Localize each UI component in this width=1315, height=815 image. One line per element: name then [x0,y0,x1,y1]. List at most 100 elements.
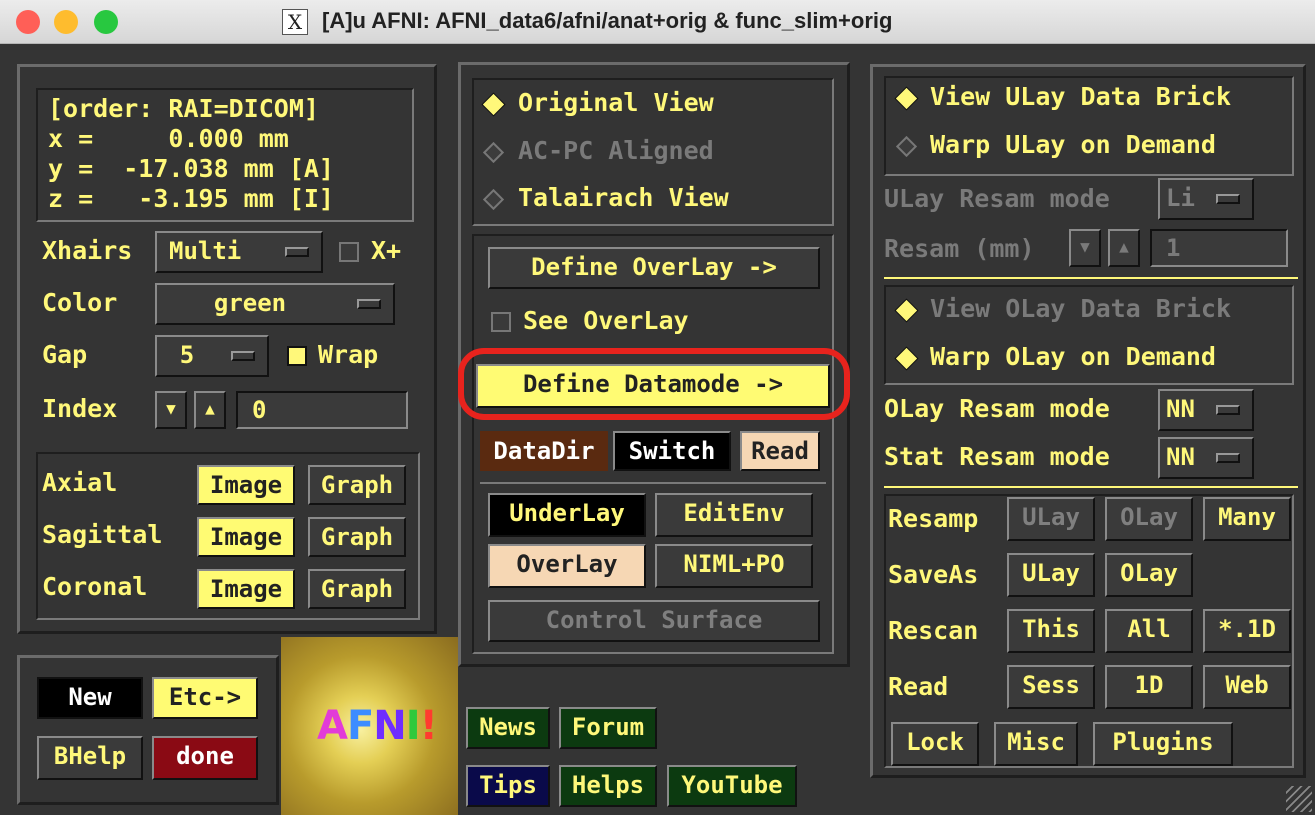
read-label: Read [888,672,949,701]
acpc-aligned-label: AC-PC Aligned [518,136,714,165]
resam-mm-field[interactable]: 1 [1150,229,1288,267]
divider [480,482,826,484]
afni-logo-text: AFNI! [317,703,438,749]
warp-olay-label: Warp OLay on Demand [930,342,1216,371]
olay-resam-menu[interactable]: NN [1158,389,1254,431]
done-button[interactable]: done [152,736,258,780]
rescan-1d-button[interactable]: *.1D [1203,609,1291,653]
color-value: green [213,289,287,317]
gap-value: 5 [179,341,195,369]
zoom-window-button[interactable] [94,10,118,34]
coord-y: y = -17.038 mm [A] [48,154,334,183]
control-surface-button[interactable]: Control Surface [488,600,820,642]
gap-menu[interactable]: 5 [155,335,269,377]
axial-graph-button[interactable]: Graph [308,465,406,505]
plugins-button[interactable]: Plugins [1093,722,1233,766]
ulay-resam-menu[interactable]: Li [1158,178,1254,220]
switch-button[interactable]: Switch [613,431,731,471]
define-overlay-button[interactable]: Define OverLay -> [488,247,820,289]
read-web-button[interactable]: Web [1203,665,1291,709]
index-label: Index [42,394,118,423]
save-olay-button[interactable]: OLay [1105,553,1193,597]
rescan-label: Rescan [888,616,979,645]
index-up-arrow-icon[interactable]: ▲ [194,391,226,429]
divider [884,486,1298,488]
close-window-button[interactable] [16,10,40,34]
helps-button[interactable]: Helps [559,765,657,807]
coronal-label: Coronal [42,572,148,601]
rescan-all-button[interactable]: All [1105,609,1193,653]
lock-button[interactable]: Lock [891,722,979,766]
etc-button[interactable]: Etc-> [152,677,258,719]
axial-image-button[interactable]: Image [197,465,295,505]
warp-ulay-label: Warp ULay on Demand [930,130,1216,159]
resamp-olay-button[interactable]: OLay [1105,497,1193,541]
datadir-label: DataDir [480,431,608,471]
afni-logo[interactable]: AFNI! [281,637,458,815]
dropdown-indicator-icon [1216,194,1240,204]
resamp-many-button[interactable]: Many [1203,497,1291,541]
title-bar: X [A]u AFNI: AFNI_data6/afni/anat+orig &… [0,0,1315,44]
resam-mm-label: Resam (mm) [884,234,1035,263]
coord-x: x = 0.000 mm [48,124,289,153]
rescan-this-button[interactable]: This [1007,609,1095,653]
logo-letter-a: A [317,703,348,749]
color-label: Color [42,288,118,317]
dropdown-indicator-icon [357,299,381,309]
editenv-button[interactable]: EditEnv [655,493,813,537]
xhairs-value: Multi [169,237,242,265]
xhairs-label: Xhairs [42,236,133,265]
youtube-button[interactable]: YouTube [667,765,797,807]
coronal-image-button[interactable]: Image [197,569,295,609]
underlay-button[interactable]: UnderLay [488,493,646,537]
dropdown-indicator-icon [1216,453,1240,463]
sagittal-graph-button[interactable]: Graph [308,517,406,557]
resam-up-arrow-icon[interactable]: ▲ [1108,229,1140,267]
define-datamode-button[interactable]: Define Datamode -> [476,364,830,408]
stat-resam-value: NN [1166,443,1195,471]
color-menu[interactable]: green [155,283,395,325]
dropdown-indicator-icon [231,351,255,361]
save-ulay-button[interactable]: ULay [1007,553,1095,597]
original-view-label: Original View [518,88,714,117]
news-button[interactable]: News [466,707,550,749]
coord-order: [order: RAI=DICOM] [48,94,319,123]
read-sess-button[interactable]: Sess [1007,665,1095,709]
talairach-view-label: Talairach View [518,183,729,212]
tips-button[interactable]: Tips [466,765,550,807]
bhelp-button[interactable]: BHelp [37,736,143,780]
resamp-ulay-button[interactable]: ULay [1007,497,1095,541]
minimize-window-button[interactable] [54,10,78,34]
xplus-label: X+ [371,236,402,265]
forum-button[interactable]: Forum [559,707,657,749]
logo-letter-n: N [373,703,406,749]
x11-icon: X [282,9,308,35]
coronal-graph-button[interactable]: Graph [308,569,406,609]
new-button[interactable]: New [37,677,143,719]
see-overlay-label: See OverLay [523,306,689,335]
resamp-label: Resamp [888,504,979,533]
stat-resam-menu[interactable]: NN [1158,437,1254,479]
view-ulay-label: View ULay Data Brick [930,82,1232,111]
index-down-arrow-icon[interactable]: ▼ [155,391,187,429]
wrap-label: Wrap [318,340,379,369]
xplus-checkbox[interactable] [339,242,359,262]
logo-letter-i: I [405,703,421,749]
read-1d-button[interactable]: 1D [1105,665,1193,709]
wrap-checkbox[interactable] [287,346,307,366]
read-datadir-button[interactable]: Read [740,431,820,471]
window-title: [A]u AFNI: AFNI_data6/afni/anat+orig & f… [322,8,893,33]
misc-button[interactable]: Misc [994,722,1078,766]
olay-resam-value: NN [1166,395,1195,423]
resize-grip-icon[interactable] [1286,786,1312,812]
xhairs-menu[interactable]: Multi [155,231,323,273]
sagittal-image-button[interactable]: Image [197,517,295,557]
axial-label: Axial [42,468,118,497]
resam-down-arrow-icon[interactable]: ▼ [1069,229,1101,267]
index-field[interactable]: 0 [236,391,408,429]
overlay-button[interactable]: OverLay [488,544,646,588]
niml-po-button[interactable]: NIML+PO [655,544,813,588]
divider [884,277,1298,279]
coordinate-display: [order: RAI=DICOM] x = 0.000 mm y = -17.… [36,88,414,222]
see-overlay-checkbox[interactable] [491,312,511,332]
